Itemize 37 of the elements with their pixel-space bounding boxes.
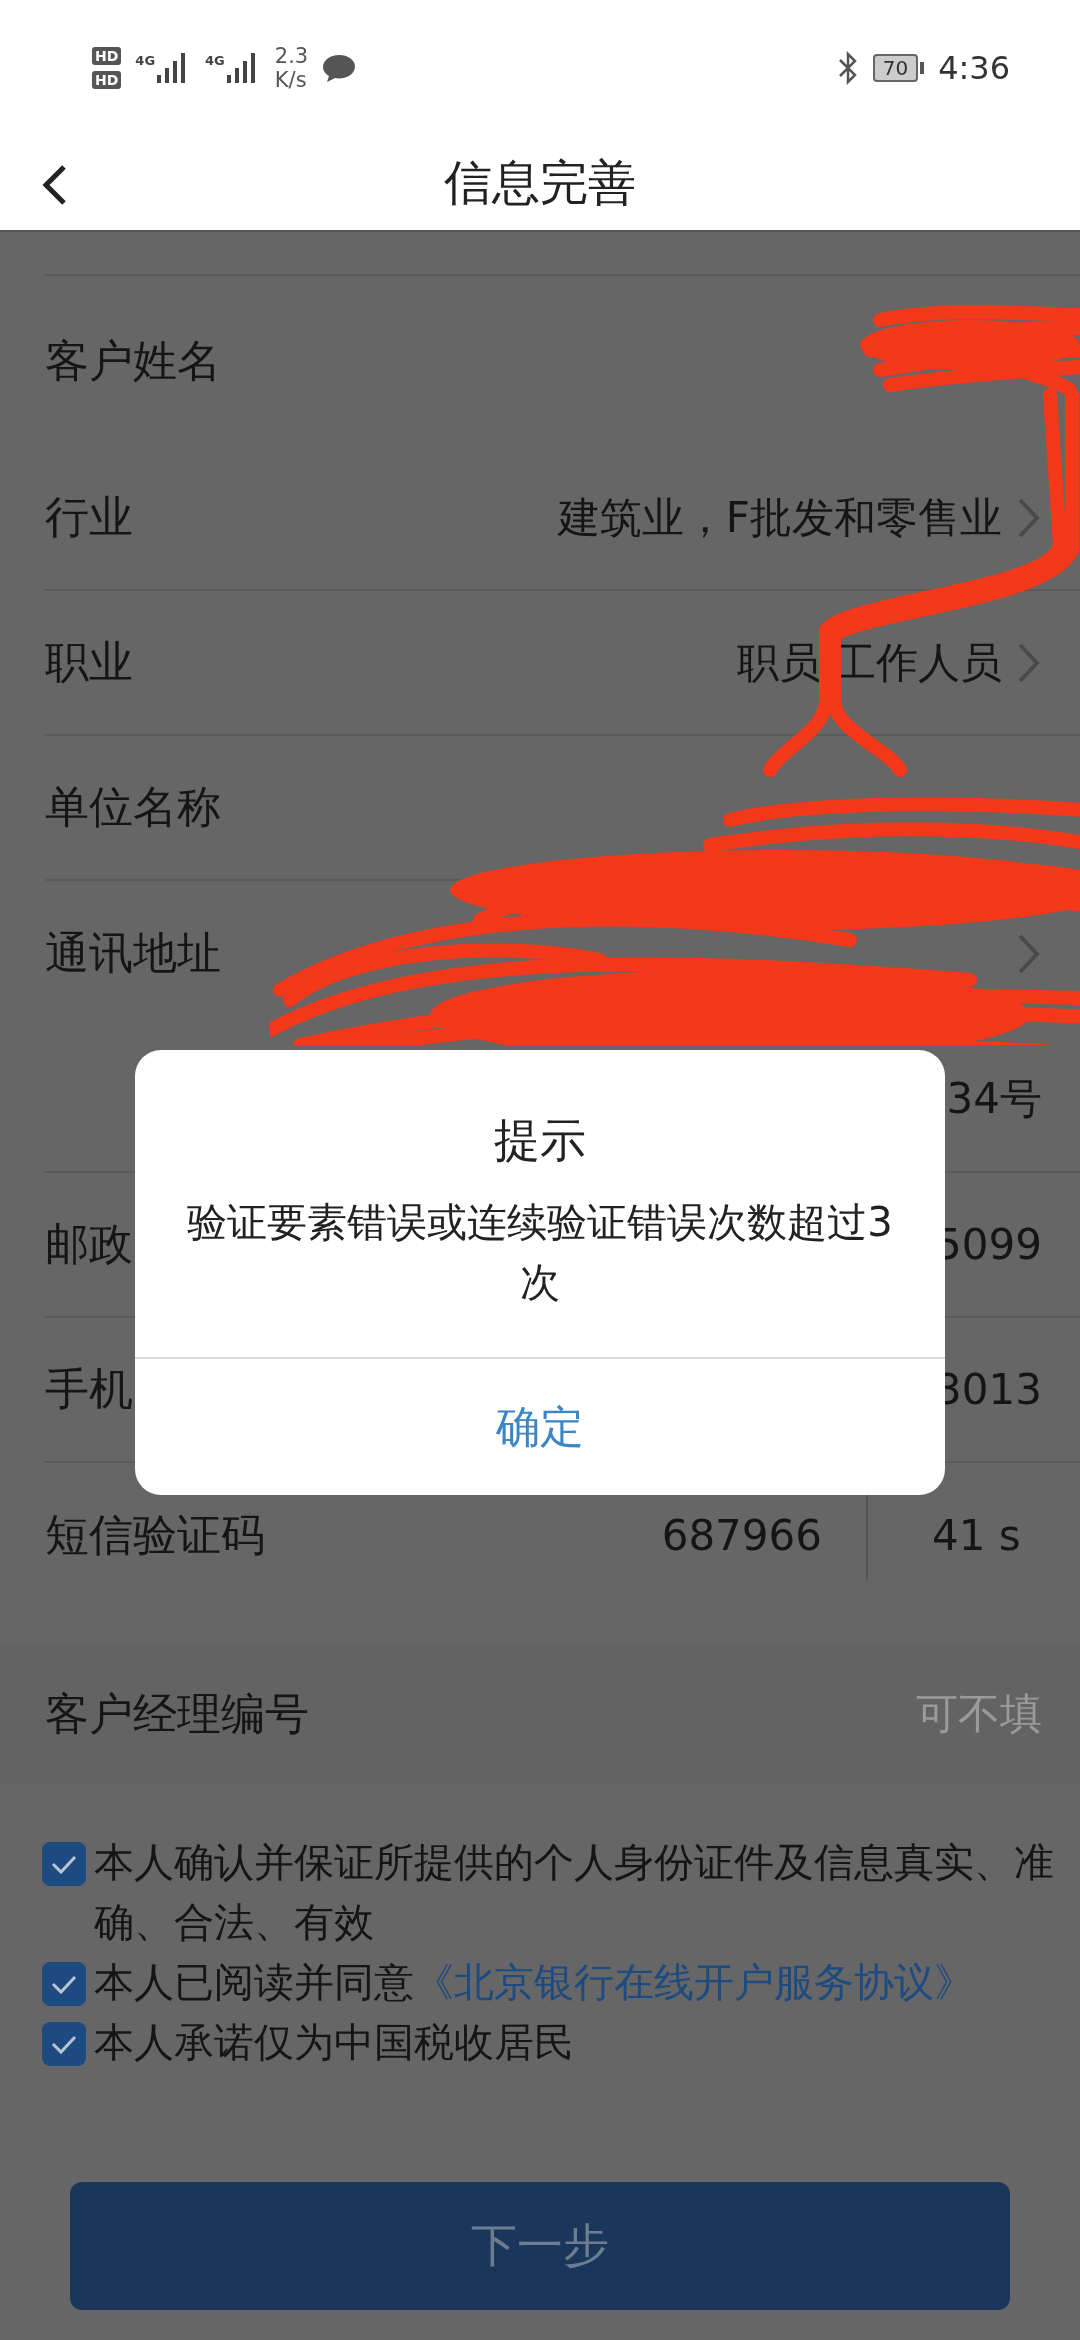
checkbox[interactable]	[42, 1842, 86, 1886]
checkmark-icon	[50, 2033, 78, 2055]
field-label: 行业	[45, 490, 133, 544]
bluetooth-icon	[836, 50, 859, 85]
field-label: 单位名称	[45, 780, 221, 834]
code-value: 687966	[661, 1511, 822, 1560]
sim-badge: HD	[92, 46, 122, 65]
confirm-button[interactable]: 确定	[135, 1357, 945, 1495]
agreement-text: 本人承诺仅为中国税收居民	[94, 2018, 575, 2067]
checkbox[interactable]	[42, 2022, 86, 2066]
clock-time: 4:36	[938, 48, 1010, 87]
page-title: 信息完善	[443, 152, 637, 212]
field-label: 客户姓名	[45, 333, 221, 388]
speed-unit: K/s	[274, 67, 308, 92]
checkmark-icon	[50, 1853, 78, 1875]
dialog-message: 验证要素错误或连续验证错误次数超过3次	[186, 1198, 894, 1307]
countdown-timer: 41 s	[932, 1511, 1022, 1560]
network-label: 4G	[135, 52, 156, 68]
agreement-text: 本人已阅读并同意《北京银行在线开户服务协议》	[94, 1958, 975, 2007]
agreement-text: 本人确认并保证所提供的个人身份证件及信息真实、准确、合法、有效	[94, 1838, 1054, 1947]
checkbox[interactable]	[42, 1962, 86, 2006]
battery-level: 70	[872, 53, 919, 82]
field-label: 职业	[45, 635, 133, 689]
speed-value: 2.3	[274, 43, 309, 68]
field-label: 邮政	[45, 1217, 133, 1271]
network-label: 4G	[205, 52, 225, 68]
message-icon	[322, 52, 357, 83]
field-value: 建筑业，F批发和零售业	[557, 491, 1002, 544]
agreement-link[interactable]: 《北京银行在线开户服务协议》	[414, 1959, 974, 2005]
sim-badge: HD	[92, 70, 122, 89]
field-label: 客户经理编号	[45, 1686, 309, 1741]
dialog-title: 提示	[493, 1112, 587, 1169]
field-label: 手机	[45, 1362, 133, 1416]
field-value: 34号	[946, 1072, 1042, 1125]
field-label: 通讯地址	[45, 926, 221, 980]
field-label: 短信验证码	[45, 1508, 265, 1562]
checkmark-icon	[50, 1973, 78, 1995]
